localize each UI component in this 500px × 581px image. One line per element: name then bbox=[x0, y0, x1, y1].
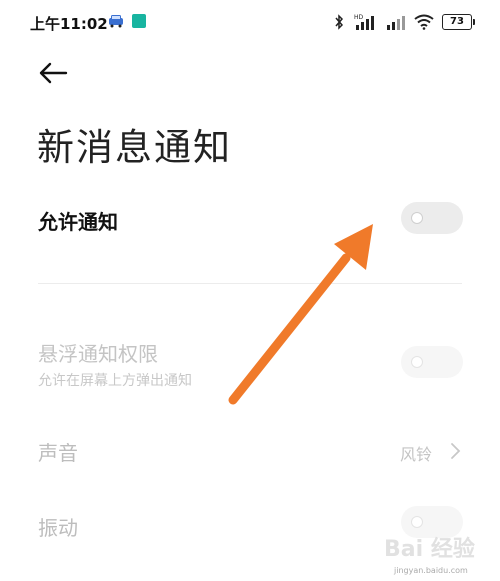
section-divider bbox=[38, 283, 462, 284]
page-title: 新消息通知 bbox=[37, 126, 232, 169]
toggle-knob bbox=[411, 356, 423, 368]
chevron-right-icon bbox=[451, 443, 461, 459]
baidu-jingyan-watermark: Bai 经验 bbox=[384, 536, 475, 562]
floating-permission-toggle[interactable] bbox=[401, 346, 463, 378]
bluetooth-icon bbox=[335, 14, 344, 30]
car-icon bbox=[109, 15, 123, 28]
allow-notifications-label: 允许通知 bbox=[38, 210, 118, 234]
annotation-arrow-icon bbox=[228, 224, 373, 405]
svg-text:HD: HD bbox=[354, 14, 364, 21]
battery-icon: 73 bbox=[442, 14, 475, 30]
setting-row-floating-permission[interactable]: 悬浮通知权限 允许在屏幕上方弹出通知 bbox=[0, 338, 500, 390]
floating-permission-label: 悬浮通知权限 bbox=[38, 342, 158, 366]
toggle-knob bbox=[411, 516, 423, 528]
status-bar: 上午11:02 HD 73 bbox=[0, 0, 500, 44]
signal-hd-icon: HD bbox=[354, 14, 374, 30]
allow-notifications-toggle[interactable] bbox=[401, 202, 463, 234]
floating-permission-subtitle: 允许在屏幕上方弹出通知 bbox=[38, 373, 192, 389]
sound-label: 声音 bbox=[38, 441, 78, 465]
status-indicators: HD 73 bbox=[334, 11, 475, 33]
wifi-icon bbox=[414, 14, 434, 30]
signal-icon bbox=[387, 16, 405, 30]
sound-value: 风铃 bbox=[399, 445, 432, 464]
watermark-url: jingyan.baidu.com bbox=[394, 566, 468, 575]
back-arrow-icon[interactable] bbox=[36, 58, 70, 88]
setting-row-allow-notifications[interactable]: 允许通知 bbox=[0, 200, 500, 240]
setting-row-sound[interactable]: 声音 风铃 bbox=[0, 434, 500, 468]
app-notification-icon bbox=[132, 14, 146, 28]
svg-text:Bai 经验: Bai 经验 bbox=[384, 536, 475, 562]
toggle-knob bbox=[411, 212, 423, 224]
vibration-label: 振动 bbox=[38, 516, 78, 540]
status-time: 上午11:02 bbox=[30, 15, 108, 33]
